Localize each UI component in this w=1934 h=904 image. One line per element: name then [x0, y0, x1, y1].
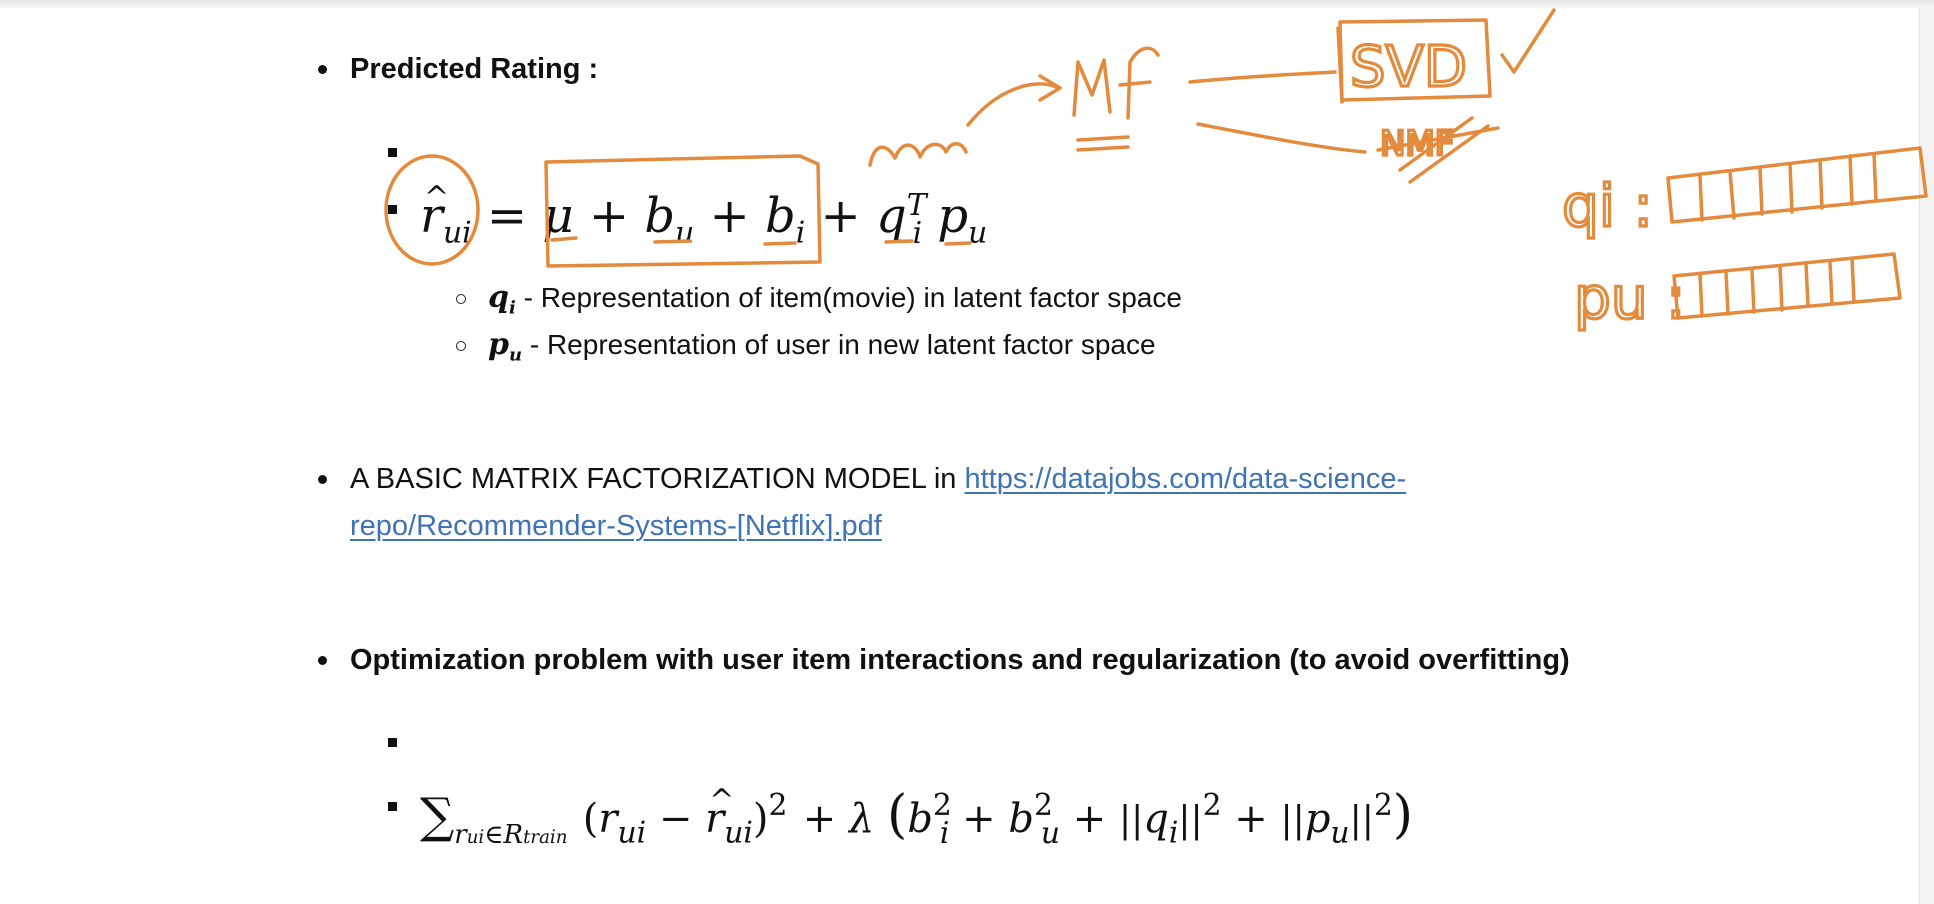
ink-box-svd [1338, 18, 1492, 102]
sub-bullet [388, 738, 397, 747]
ink-vector-qi [1666, 146, 1928, 224]
p-sub: u [968, 215, 988, 251]
q-symbol: q [876, 188, 907, 244]
ink-strikeout-nmf [1376, 116, 1500, 184]
definition-text: - Representation of item(movie) in laten… [515, 282, 1182, 313]
netflix-paper-link-cont[interactable]: repo/Recommender-Systems-[Netflix].pdf [350, 510, 882, 542]
r-hat: r [705, 771, 734, 849]
predicted-rating-formula: rui = μ + bu + bi + qTi pu [420, 168, 988, 264]
scrollbar[interactable] [1919, 8, 1934, 904]
mf-model-link-cont: repo/Recommender-Systems-[Netflix].pdf [350, 509, 882, 543]
r-symbol: r [598, 796, 618, 842]
sum-sub-r: r [454, 819, 467, 850]
plus-sign: + [820, 188, 861, 244]
q-sub: i [1168, 815, 1179, 851]
ink-checkmark [1500, 8, 1556, 74]
hollow-bullet [456, 294, 466, 304]
annotation-qi: qi : [1562, 172, 1653, 240]
ink-vector-pu [1672, 252, 1902, 320]
b-i-sub: i [795, 215, 806, 251]
handwritten-annotations: SVD NMF qi : pu : [384, 8, 1928, 334]
plus-sign: + [1060, 796, 1119, 842]
q-symbol: q [1143, 796, 1169, 842]
annotation-svd: SVD [1350, 35, 1467, 100]
sum-sub-train: train [523, 826, 568, 848]
b-u-sub: u [675, 215, 695, 251]
sum-sub-in-r: ∈R [484, 819, 524, 850]
big-open-paren: ( [887, 785, 908, 845]
ink-letter-m [1072, 58, 1112, 117]
bu-sub: u [1040, 815, 1061, 851]
sum-sub-ui: ui [466, 826, 485, 848]
ink-letter-f [1118, 46, 1160, 120]
ink-arrowhead [1038, 74, 1062, 102]
sum-symbol: ∑ [420, 788, 455, 844]
ink-vector-cells [1698, 256, 1856, 318]
norm-open: || [1119, 800, 1144, 841]
bullet [318, 65, 327, 74]
p-symbol: p [488, 327, 509, 362]
top-bar [0, 0, 1934, 8]
ink-line-nmf [1196, 122, 1367, 154]
sub-bullet [388, 148, 397, 157]
q-sub: i [912, 215, 923, 251]
bullet [318, 475, 327, 484]
ink-vector-cells [1698, 152, 1878, 222]
p-sub: u [1330, 815, 1350, 851]
bi-sub: i [939, 815, 950, 851]
netflix-paper-link[interactable]: https://datajobs.com/data-science- [964, 463, 1406, 495]
equals-sign: = [486, 188, 528, 244]
definition-text: - Representation of user in new latent f… [522, 329, 1156, 360]
definition-q: qi - Representation of item(movie) in la… [488, 281, 1182, 326]
p-symbol: p [937, 188, 969, 244]
mf-model-text: A BASIC MATRIX FACTORIZATION MODEL in [350, 463, 965, 495]
norm-open: || [1280, 800, 1305, 841]
plus-lambda: + λ [802, 796, 888, 842]
sub-bullet [388, 802, 397, 811]
square: 2 [768, 788, 788, 823]
big-close-paren: ) [1392, 785, 1414, 845]
plus-sign: + [949, 796, 1009, 842]
plus-sign: + [588, 188, 630, 244]
b-symbol: b [907, 796, 933, 842]
bullet [318, 656, 327, 665]
b-symbol: b [1008, 796, 1034, 842]
definition-p: pu - Representation of user in new laten… [488, 328, 1156, 373]
ink-box-edge [1336, 26, 1344, 104]
b-symbol: b [644, 188, 676, 244]
optimization-heading: Optimization problem with user item inte… [350, 644, 1570, 676]
b-symbol: b [765, 188, 796, 244]
annotation-nmf: NMF [1380, 124, 1454, 164]
ink-line-svd [1188, 70, 1337, 84]
norm-close: || [1178, 800, 1203, 841]
annotation-pu: pu : [1574, 264, 1686, 332]
p-symbol: p [1304, 796, 1331, 842]
plus-sign: + [709, 188, 750, 244]
ink-double-underline [1076, 135, 1130, 152]
p-sub: u [508, 344, 523, 366]
r-sub: ui [617, 815, 647, 851]
mf-model-line: A BASIC MATRIX FACTORIZATION MODEL in ht… [350, 462, 1406, 496]
r-hat: r [420, 168, 449, 246]
optimization-formula: ∑rui∈Rtrain (rui − rui)2 + λ (b2i + b2u … [420, 771, 1414, 868]
square: 2 [1202, 788, 1222, 823]
hollow-bullet [456, 341, 466, 351]
mu-symbol: μ [542, 188, 574, 244]
square: 2 [1373, 788, 1393, 823]
q-symbol: q [488, 280, 509, 315]
sub-bullet [388, 205, 397, 214]
norm-close: || [1349, 800, 1374, 841]
plus-sign: + [1221, 796, 1281, 842]
predicted-rating-heading: Predicted Rating : [350, 53, 599, 85]
minus-sign: − [646, 796, 706, 842]
open-paren: ( [582, 796, 599, 842]
q-sub: i [508, 297, 516, 319]
ink-arrow-mf [966, 82, 1060, 127]
close-paren: ) [752, 796, 769, 842]
ink-squiggle [868, 142, 968, 167]
